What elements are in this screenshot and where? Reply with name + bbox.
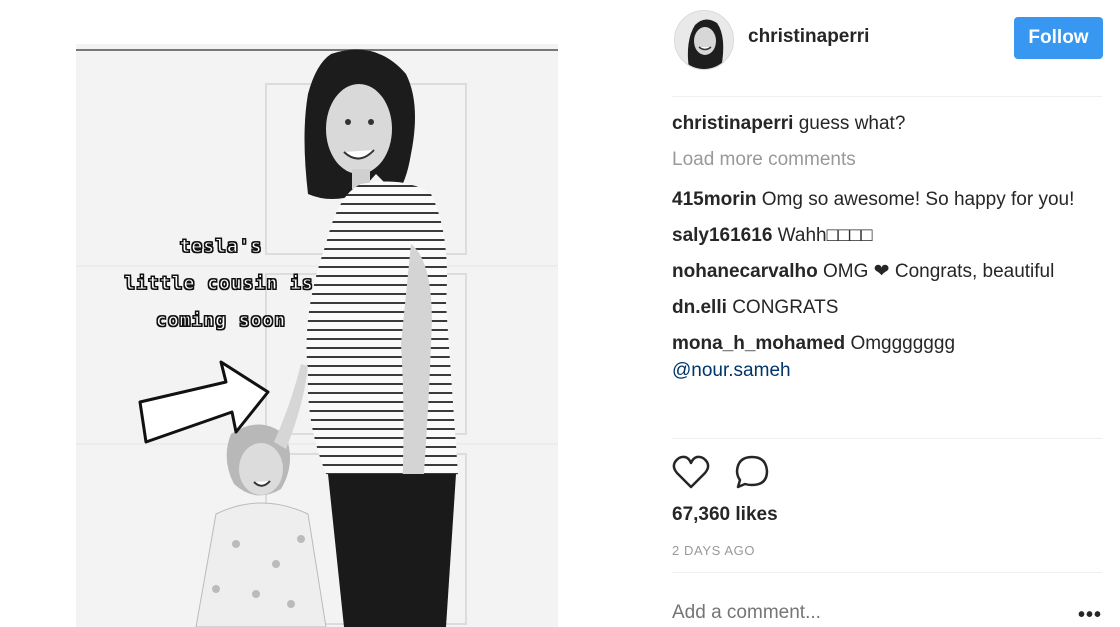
instagram-post-view: tesla's little cousin is coming soon chr… <box>0 0 1120 627</box>
post-actions <box>672 452 792 492</box>
comment-bubble-icon[interactable] <box>734 454 770 490</box>
comments-divider <box>672 438 1102 439</box>
list-item: saly161616 Wahh□□□□ <box>672 222 1104 249</box>
load-more-comments-link[interactable]: Load more comments <box>672 146 1104 173</box>
add-comment-input[interactable] <box>672 602 1072 624</box>
comment-text: CONGRATS <box>732 297 839 318</box>
comment-text: OMG ❤ Congrats, beautiful <box>823 261 1055 282</box>
comment-username[interactable]: nohanecarvalho <box>672 261 818 282</box>
comment-username[interactable]: 415morin <box>672 189 756 210</box>
post-header: christinaperri Follow <box>672 8 1104 70</box>
post-photo: tesla's little cousin is coming soon <box>76 44 558 627</box>
list-item: 415morin Omg so awesome! So happy for yo… <box>672 186 1104 213</box>
comment-mention-link[interactable]: @nour.sameh <box>672 360 791 381</box>
heart-outline-icon[interactable] <box>672 454 710 490</box>
overlay-line-1: tesla's <box>179 236 263 258</box>
post-timestamp[interactable]: 2 DAYS AGO <box>672 543 755 558</box>
comment-username[interactable]: saly161616 <box>672 225 772 246</box>
list-item: dn.elli CONGRATS <box>672 294 1104 321</box>
comment-text: Wahh□□□□ <box>777 225 873 246</box>
comment-username[interactable]: dn.elli <box>672 297 727 318</box>
comment-text: Omg so awesome! So happy for you! <box>761 189 1075 210</box>
overlay-line-3: coming soon <box>155 310 287 332</box>
photo-illustration <box>76 44 558 627</box>
follow-button[interactable]: Follow <box>1014 17 1103 59</box>
more-options-button[interactable]: ••• <box>1078 604 1102 627</box>
comments-list[interactable]: christinaperri guess what? Load more com… <box>672 110 1104 438</box>
overlay-line-2: little cousin is <box>124 273 314 295</box>
list-item: nohanecarvalho OMG ❤ Congrats, beautiful <box>672 258 1104 285</box>
caption-text: guess what? <box>798 113 906 134</box>
post-side-panel: christinaperri Follow christinaperri gue… <box>672 0 1104 627</box>
list-item: mona_h_mohamed Omggggggg @nour.sameh <box>672 330 1104 384</box>
comment-username[interactable]: mona_h_mohamed <box>672 333 845 354</box>
header-divider <box>672 96 1102 97</box>
avatar[interactable] <box>674 10 734 70</box>
caption: christinaperri guess what? <box>672 110 1104 137</box>
likes-count[interactable]: 67,360 likes <box>672 504 778 526</box>
avatar-image <box>675 11 733 69</box>
footer-divider <box>672 572 1102 573</box>
comment-text: Omggggggg <box>850 333 956 354</box>
header-username[interactable]: christinaperri <box>748 26 869 48</box>
caption-username[interactable]: christinaperri <box>672 113 793 134</box>
